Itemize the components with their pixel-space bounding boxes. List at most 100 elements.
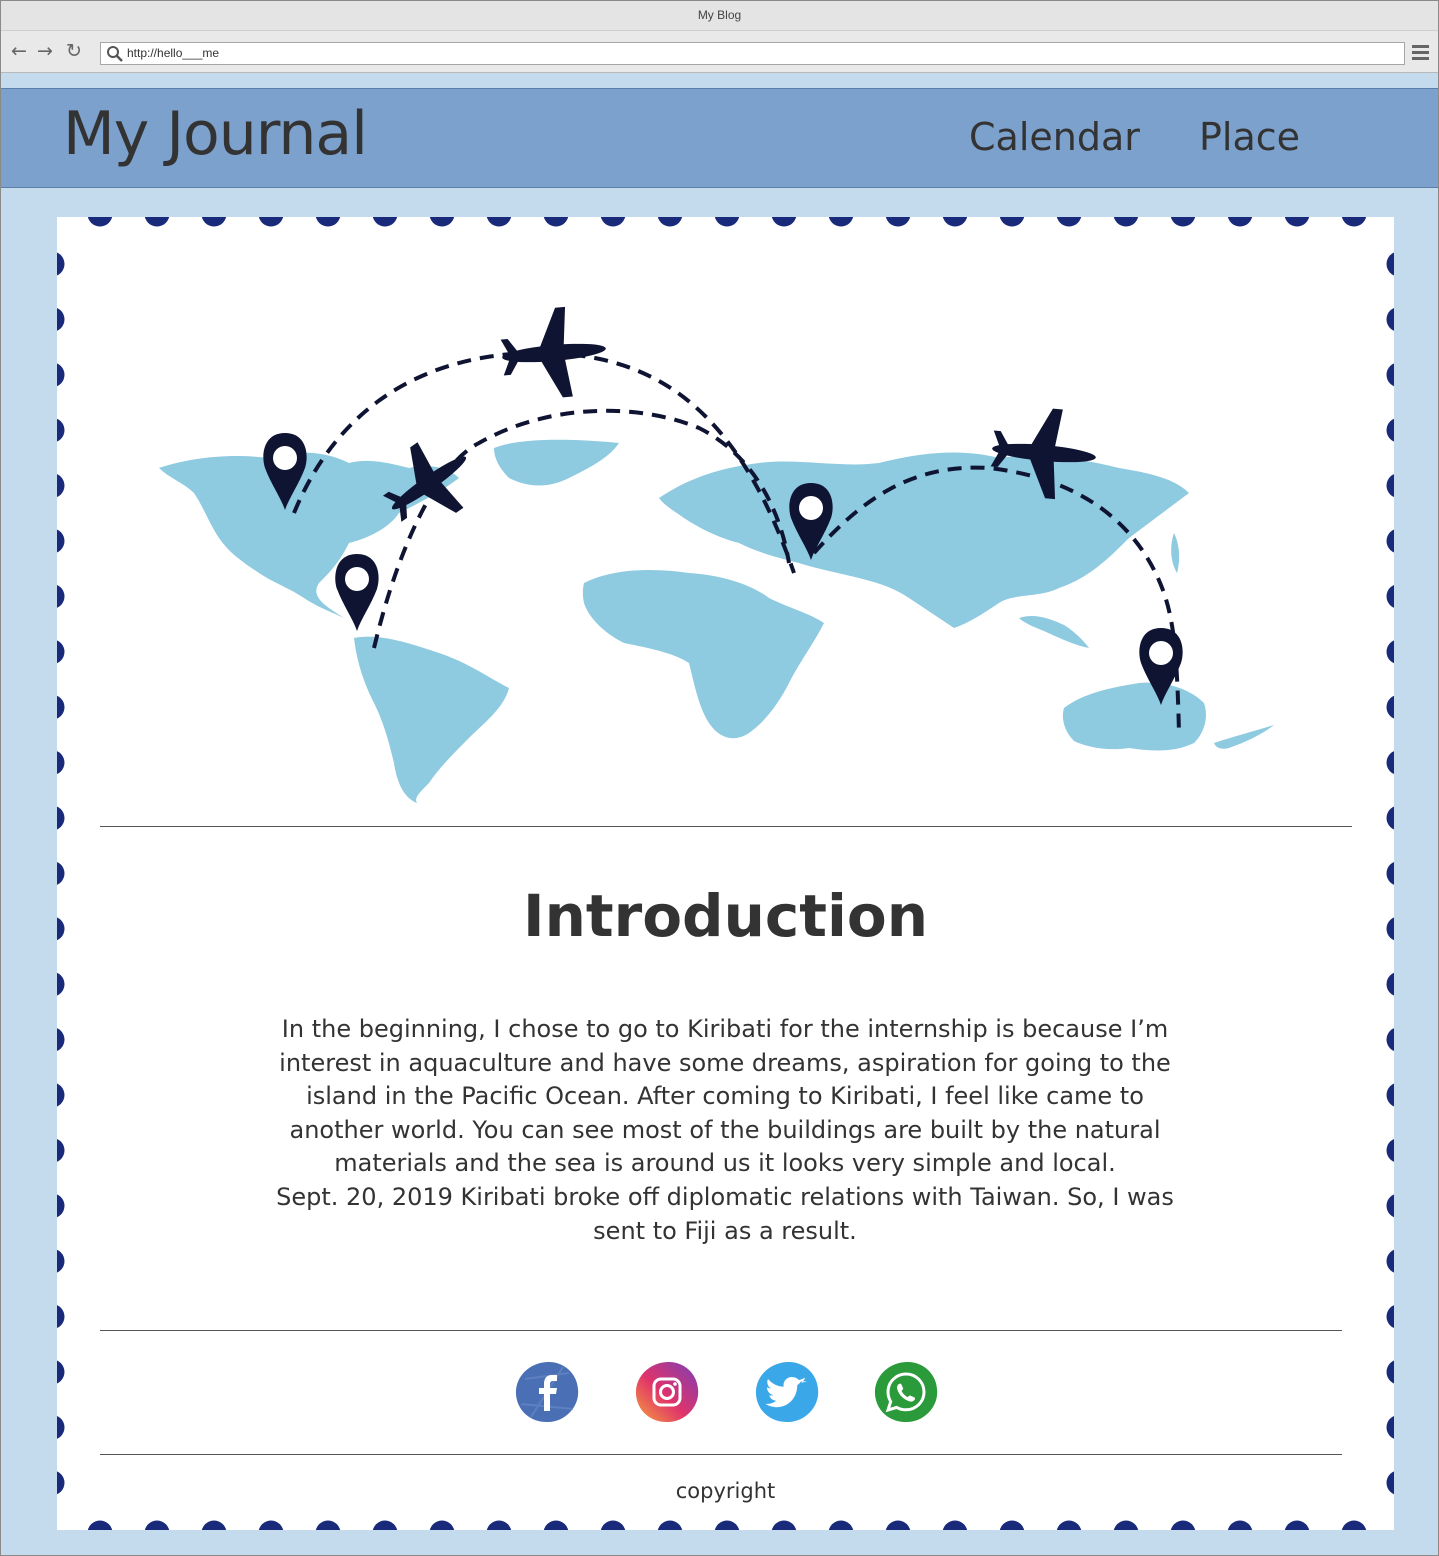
- africa: [582, 570, 824, 739]
- stamp-dot: [1341, 217, 1367, 227]
- greenland: [494, 439, 619, 486]
- stamp-dot: [771, 1520, 797, 1530]
- stamp-dot: [1227, 1520, 1253, 1530]
- stamp-dot: [714, 1520, 740, 1530]
- search-icon: [107, 46, 123, 62]
- stamp-dot: [1386, 1305, 1394, 1329]
- stamp-dot: [258, 1520, 284, 1530]
- nav-calendar[interactable]: Calendar: [969, 115, 1140, 159]
- stamp-dot: [57, 1305, 65, 1329]
- stamp-dot: [771, 217, 797, 227]
- stamp-dot: [372, 1520, 398, 1530]
- stamp-dot: [1113, 1520, 1139, 1530]
- stamp-dot: [657, 217, 683, 227]
- divider: [100, 826, 1352, 827]
- stamp-dot: [57, 695, 65, 719]
- twitter-icon[interactable]: [753, 1359, 821, 1425]
- copyright-text: copyright: [675, 1479, 776, 1503]
- whatsapp-icon[interactable]: [872, 1359, 940, 1425]
- stamp-dot: [429, 1520, 455, 1530]
- stamp-dot: [1227, 217, 1253, 227]
- stamp-dot: [57, 640, 65, 664]
- stamp-dot: [57, 474, 65, 498]
- stamp-dot: [600, 217, 626, 227]
- stamp-dot: [657, 1520, 683, 1530]
- southeast-asia-islands: [1019, 615, 1089, 648]
- site-brand[interactable]: My Journal: [63, 99, 368, 169]
- divider: [100, 1330, 1342, 1331]
- address-bar[interactable]: http://hello___me: [100, 42, 1405, 65]
- stamp-dot: [57, 1138, 65, 1162]
- stamp-dot: [1386, 474, 1394, 498]
- stamp-dot: [87, 217, 113, 227]
- stamp-dot: [1386, 529, 1394, 553]
- location-pin-icon: [335, 554, 379, 631]
- stamp-dot: [1170, 217, 1196, 227]
- forward-arrow-icon[interactable]: →: [35, 40, 55, 62]
- stamp-dot: [57, 751, 65, 775]
- stamp-dot: [315, 217, 341, 227]
- stamp-dot: [1056, 1520, 1082, 1530]
- world-map-illustration: [159, 306, 1274, 803]
- social-links: [57, 1359, 1394, 1429]
- stamp-dot: [57, 972, 65, 996]
- title-bar: My Blog: [1, 1, 1438, 31]
- stamp-dot: [372, 217, 398, 227]
- stamp-dot: [486, 1520, 512, 1530]
- stamp-dot: [1113, 217, 1139, 227]
- stamp-dot: [144, 1520, 170, 1530]
- stamp-dot: [714, 217, 740, 227]
- facebook-icon[interactable]: [513, 1359, 581, 1425]
- stamp-dot: [1386, 1138, 1394, 1162]
- stamp-dot: [486, 217, 512, 227]
- intro-title: Introduction: [523, 882, 928, 950]
- stamp-dot: [1386, 1083, 1394, 1107]
- intro-paragraph: In the beginning, I chose to go to Kirib…: [279, 1015, 1171, 1178]
- japan: [1171, 533, 1180, 573]
- stamp-dot: [258, 217, 284, 227]
- stamp-dot: [57, 307, 65, 331]
- stamp-dot: [57, 584, 65, 608]
- stamp-dot: [942, 217, 968, 227]
- south-america: [354, 636, 509, 803]
- browser-window: My Blog ← → ↻ http://hello___me My Journ…: [0, 0, 1439, 1556]
- stamp-dot: [828, 217, 854, 227]
- stamp-dot: [1170, 1520, 1196, 1530]
- stamp-dot: [543, 1520, 569, 1530]
- continents: [159, 439, 1274, 803]
- stamp-dot: [57, 1194, 65, 1218]
- stamp-dot: [828, 1520, 854, 1530]
- nav-place[interactable]: Place: [1199, 115, 1300, 159]
- stamp-dot: [999, 217, 1025, 227]
- stamp-dot: [57, 529, 65, 553]
- stamp-dot: [1284, 1520, 1310, 1530]
- stamp-dot: [1386, 418, 1394, 442]
- stamp-dot: [57, 252, 65, 276]
- stamp-dot: [600, 1520, 626, 1530]
- stamp-dot: [1284, 217, 1310, 227]
- url-text: http://hello___me: [127, 46, 220, 60]
- australia: [1062, 682, 1206, 751]
- stamp-dot: [942, 1520, 968, 1530]
- stamp-dot: [201, 217, 227, 227]
- reload-icon[interactable]: ↻: [64, 40, 84, 62]
- stamp-dot: [885, 217, 911, 227]
- instagram-icon[interactable]: [633, 1359, 701, 1425]
- back-arrow-icon[interactable]: ←: [9, 40, 29, 62]
- stamp-dot: [57, 418, 65, 442]
- stamp-dot: [1386, 1028, 1394, 1052]
- stamp-dot: [1386, 640, 1394, 664]
- stamp-dot: [57, 363, 65, 387]
- north-america: [159, 452, 459, 618]
- stamp-dot: [1386, 972, 1394, 996]
- stamp-card: Introduction In the beginning, I chose t…: [57, 217, 1394, 1530]
- hamburger-menu-icon[interactable]: [1412, 45, 1429, 61]
- stamp-dot: [315, 1520, 341, 1530]
- stamp-dot: [57, 1083, 65, 1107]
- stamp-dot: [1386, 1194, 1394, 1218]
- stamp-dot: [1386, 307, 1394, 331]
- stamp-dot: [57, 1249, 65, 1273]
- intro-body: In the beginning, I chose to go to Kirib…: [275, 1013, 1175, 1248]
- divider: [100, 1454, 1342, 1455]
- stamp-dot: [429, 217, 455, 227]
